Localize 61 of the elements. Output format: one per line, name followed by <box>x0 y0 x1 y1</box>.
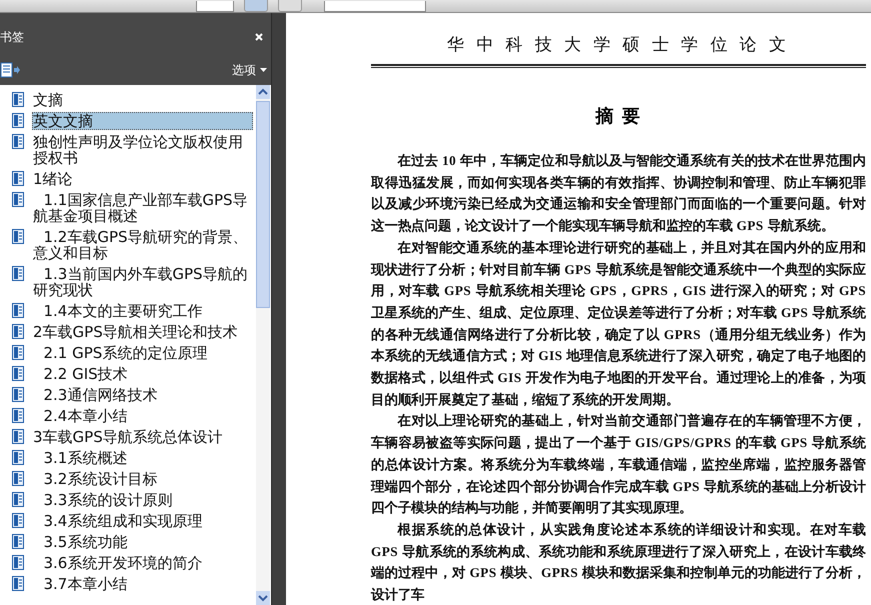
bookmark-icon <box>12 303 24 318</box>
caret-icon <box>260 68 267 72</box>
bookmark-item[interactable]: 3.4系统组成和实现原理 <box>32 512 253 530</box>
bookmark-icon <box>12 366 24 381</box>
bookmark-icon <box>12 492 24 507</box>
bookmark-expand-icon[interactable] <box>0 62 20 78</box>
bookmark-icon <box>12 266 24 281</box>
options-menu-button[interactable]: 选项 <box>232 62 267 78</box>
bookmark-item[interactable]: 1.3当前国内外车载GPS导航的研究现状 <box>32 265 253 299</box>
scroll-thumb[interactable] <box>256 101 270 308</box>
bookmark-item[interactable]: 1.4本文的主要研究工作 <box>32 302 253 320</box>
bookmark-icon <box>12 387 24 402</box>
bookmark-item[interactable]: 独创性声明及学位论文版权使用授权书 <box>32 133 253 167</box>
bookmark-item[interactable]: 3.2系统设计目标 <box>32 470 253 488</box>
bookmark-icon <box>12 555 24 570</box>
paragraph: 在对智能交通系统的基本理论进行研究的基础上，并且对其在国内外的应用和现状进行了分析；针对目前车辆 GPS 导航系统是智能交通系统中一个典型的实际应用，对车载 GPS 导航系统相关理论 GPS，GPRS，GIS 进行深入的研究；对 GPS 卫星系统的产生、组成、定位原理、定位误差等进行了分析；对车载 GPS 导航系统的各种无线通信网络进行了分析比较，确定了以 GPRS（通用分组无线业务）作为本系统的无线通信方式；对 GIS 地理信息系统进行了深入研究，确定了电子地图的数据格式，以组件式 GIS 开发作为电子地图的开发平台。通过理论上的准备，为项目的顺利开展奠定了基础，缩短了系统的开发周期。 <box>371 238 866 409</box>
bookmark-item[interactable]: 2.2 GIS技术 <box>32 365 253 383</box>
bookmark-item[interactable]: 2.1 GPS系统的定位原理 <box>32 344 253 362</box>
scroll-down-icon[interactable] <box>256 591 270 605</box>
bookmark-item[interactable]: 3.5系统功能 <box>32 533 253 551</box>
bookmark-icon <box>12 450 24 465</box>
bookmark-icon <box>12 324 24 339</box>
bookmark-item[interactable]: 1.1国家信息产业部车载GPS导航基金项目概述 <box>32 191 253 225</box>
bookmark-icon <box>12 171 24 186</box>
bookmark-item[interactable]: 文摘 <box>32 91 253 109</box>
bookmark-icon <box>12 471 24 486</box>
abstract-heading: 摘 要 <box>594 105 643 128</box>
bookmark-item[interactable]: 3.7本章小结 <box>32 575 253 593</box>
bookmark-icon <box>12 229 24 244</box>
panel-title: 书签 <box>0 28 24 46</box>
page-number-field[interactable] <box>196 1 234 12</box>
bookmark-icon <box>12 534 24 549</box>
bookmark-item[interactable]: 2.4本章小结 <box>32 407 253 425</box>
bookmark-icon <box>12 513 24 528</box>
running-header: 华 中 科 技 大 学 硕 士 学 位 论 文 <box>446 34 791 56</box>
bookmark-item[interactable]: 英文文摘 <box>32 112 253 130</box>
zoom-field[interactable] <box>324 1 426 12</box>
bookmark-item[interactable]: 3.3系统的设计原则 <box>32 491 253 509</box>
toolbar-button[interactable] <box>244 0 268 12</box>
scrollbar[interactable] <box>256 85 270 605</box>
bookmark-icon <box>12 134 24 149</box>
bookmark-icon <box>12 192 24 207</box>
bookmark-item[interactable]: 2.3通信网络技术 <box>32 386 253 404</box>
toolbar-button[interactable] <box>278 0 302 12</box>
bookmark-item[interactable]: 3车载GPS导航系统总体设计 <box>32 428 253 446</box>
bookmark-icon <box>12 408 24 423</box>
close-icon[interactable] <box>255 33 263 41</box>
bookmark-icon <box>12 576 24 591</box>
paragraph: 在对以上理论研究的基础上，针对当前交通部门普遍存在的车辆管理不方便，车辆容易被盗等实际问题，提出了一个基于 GIS/GPS/GPRS 的车载 GPS 导航系统的总体设计方案。将系统分为车载终端，车载通信端，监控坐席端，监控服务器管理端四个部分，在论述四个部分协调合作完成车载 GPS 导航系统的基础上分析设计四个子模块的结构与功能，并简要阐明了其实现原理。 <box>371 412 866 518</box>
bookmark-item[interactable]: 3.6系统开发环境的简介 <box>32 554 253 572</box>
bookmark-icon <box>12 345 24 360</box>
bookmark-item[interactable]: 1绪论 <box>32 170 253 188</box>
bookmark-item[interactable]: 2车载GPS导航相关理论和技术 <box>32 323 253 341</box>
bookmark-item[interactable]: 1.2车载GPS导航研究的背景、意义和目标 <box>32 228 253 262</box>
bookmark-icon <box>12 429 24 444</box>
paragraph: 根据系统的总体设计，从实践角度论述本系统的详细设计和实现。在对车载 GPS 导航系统的系统构成、系统功能和系统原理进行了深入研究上，在设计车载终端的过程中，对 GPS 模块、GPRS 模块和数据采集和控制单元的功能进行了分析，设计了车 <box>371 520 866 604</box>
bookmark-icon <box>12 113 24 128</box>
paragraph: 在过去 10 年中，车辆定位和导航以及与智能交通系统有关的技术在世界范围内取得迅猛发展，而如何实现各类车辆的有效指挥、协调控制和管理、防止车辆犯罪以及减少环境污染已经成为交通运输和安全管理部门而面临的一个重要问题。针对这一热点问题，论文设计了一个能实现车辆导航和监控的车载 GPS 导航系统。 <box>371 152 866 236</box>
bookmark-item[interactable]: 3.1系统概述 <box>32 449 253 467</box>
bookmark-icon <box>12 92 24 107</box>
scroll-up-icon[interactable] <box>256 85 270 99</box>
